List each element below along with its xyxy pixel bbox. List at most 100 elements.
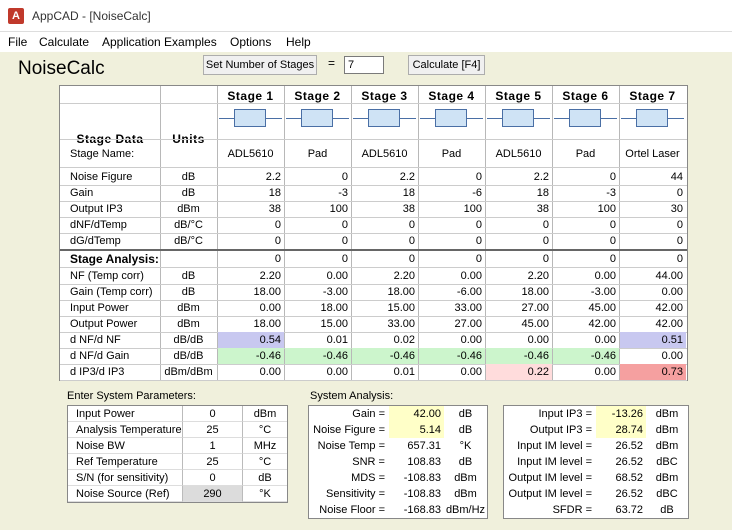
- menu-application-examples[interactable]: Application Examples: [102, 35, 217, 49]
- param-value-field[interactable]: 0: [485, 217, 552, 233]
- param-value-field[interactable]: -3: [552, 185, 619, 201]
- param-value-field[interactable]: 38: [351, 201, 418, 217]
- param-value-field[interactable]: 38: [217, 201, 284, 217]
- stage-name-field[interactable]: ADL5610: [485, 146, 552, 162]
- analysis-result-value: 657.31: [407, 440, 441, 452]
- param-value-field[interactable]: 0: [284, 217, 351, 233]
- analysis-value: -0.46: [419, 348, 485, 364]
- system-param-value-field[interactable]: 0: [183, 470, 243, 486]
- analysis-result-label: Noise Floor =: [319, 504, 385, 516]
- param-value-field[interactable]: 44: [619, 169, 686, 185]
- menu-options[interactable]: Options: [230, 35, 271, 49]
- stage-header: Stage 2: [294, 89, 341, 103]
- param-value-field[interactable]: 18: [351, 185, 418, 201]
- analysis-unit: dB: [181, 286, 196, 298]
- stage-header: Stage 7: [629, 89, 676, 103]
- param-unit: dB: [181, 171, 196, 183]
- param-value-field[interactable]: 100: [552, 201, 619, 217]
- param-value-field[interactable]: 30: [619, 201, 686, 217]
- amplifier-block-icon[interactable]: [435, 109, 467, 127]
- amplifier-block-icon[interactable]: [368, 109, 400, 127]
- param-value-field[interactable]: 0: [418, 169, 485, 185]
- param-value-field[interactable]: 0: [552, 169, 619, 185]
- analysis-result-label: Noise Figure =: [313, 424, 385, 436]
- equals-label: =: [328, 56, 336, 70]
- param-value-field[interactable]: 0: [619, 233, 686, 249]
- analysis-value: -0.46: [553, 348, 619, 364]
- amplifier-block-icon[interactable]: [234, 109, 266, 127]
- param-value-field[interactable]: -3: [284, 185, 351, 201]
- analysis-unit: dBm: [177, 302, 200, 314]
- analysis-value: 18.00: [253, 286, 281, 298]
- system-param-value-field[interactable]: 0: [183, 406, 243, 422]
- amplifier-block-icon[interactable]: [636, 109, 668, 127]
- analysis-result-label: Gain =: [352, 408, 385, 420]
- header-bottom-divider: [60, 139, 687, 140]
- system-params-panel: Input Power 0 dBm Analysis Temperature 25 °C N…: [67, 405, 288, 503]
- stage-name-field[interactable]: Pad: [552, 146, 619, 162]
- page-title: NoiseCalc: [18, 58, 105, 79]
- param-value-field[interactable]: 0: [485, 233, 552, 249]
- param-value-field[interactable]: 0: [351, 233, 418, 249]
- amplifier-block-icon[interactable]: [502, 109, 534, 127]
- param-value-field[interactable]: 0: [619, 217, 686, 233]
- header-divider: [60, 103, 687, 104]
- param-value-field[interactable]: 18: [217, 185, 284, 201]
- system-param-value-field[interactable]: 25: [183, 454, 243, 470]
- analysis-value: -0.46: [486, 348, 552, 364]
- stage-header: Stage 3: [361, 89, 408, 103]
- param-value-field[interactable]: 0: [217, 233, 284, 249]
- param-unit: dB/°C: [174, 219, 203, 231]
- param-label: Noise Figure: [70, 171, 133, 183]
- system-param-unit: dBm: [243, 406, 287, 422]
- system-param-value-field[interactable]: 1: [183, 438, 243, 454]
- param-unit: dB: [181, 187, 196, 199]
- amplifier-block-icon[interactable]: [569, 109, 601, 127]
- stage-name-field[interactable]: Pad: [418, 146, 485, 162]
- analysis-result-unit: dBm: [655, 472, 679, 484]
- menu-help[interactable]: Help: [286, 35, 311, 49]
- param-value-field[interactable]: 38: [485, 201, 552, 217]
- analysis-result-value: 68.52: [615, 472, 643, 484]
- stage-name-field[interactable]: ADL5610: [217, 146, 284, 162]
- param-value-field[interactable]: 0: [284, 233, 351, 249]
- analysis-label: Input Power: [70, 302, 129, 314]
- stage-name-field[interactable]: Ortel Laser: [619, 146, 686, 162]
- stages-input[interactable]: 7: [344, 56, 384, 74]
- param-value-field[interactable]: 0: [552, 217, 619, 233]
- param-value-field[interactable]: 0: [351, 217, 418, 233]
- analysis-result-value: -108.83: [403, 488, 441, 500]
- analysis-value: 44.00: [655, 270, 683, 282]
- param-value-field[interactable]: 100: [418, 201, 485, 217]
- analysis-unit: dB/dB: [173, 350, 204, 362]
- param-value-field[interactable]: 0: [418, 217, 485, 233]
- param-value-field[interactable]: 18: [485, 185, 552, 201]
- set-number-of-stages-button[interactable]: Set Number of Stages: [203, 55, 317, 75]
- analysis-value: -3.00: [322, 286, 348, 298]
- param-value-field[interactable]: 100: [284, 201, 351, 217]
- param-value-field[interactable]: 0: [217, 217, 284, 233]
- param-unit: dBm: [177, 203, 200, 215]
- analysis-zero-value: 0: [676, 253, 683, 265]
- system-param-value-field[interactable]: 290: [183, 486, 243, 502]
- stage-name-field[interactable]: ADL5610: [351, 146, 418, 162]
- stage-header: Stage 4: [428, 89, 475, 103]
- param-value-field[interactable]: 0: [418, 233, 485, 249]
- param-value-field[interactable]: 2.2: [217, 169, 284, 185]
- analysis-value: 0.00: [326, 270, 348, 282]
- param-value-field[interactable]: 2.2: [485, 169, 552, 185]
- analysis-result-unit: dBm: [454, 472, 477, 484]
- analysis-value: 0.00: [594, 334, 616, 346]
- analysis-value: 0.00: [594, 270, 616, 282]
- menu-calculate[interactable]: Calculate: [39, 35, 89, 49]
- param-value-field[interactable]: 0: [619, 185, 686, 201]
- stage-name-field[interactable]: Pad: [284, 146, 351, 162]
- amplifier-block-icon[interactable]: [301, 109, 333, 127]
- system-param-value-field[interactable]: 25: [183, 422, 243, 438]
- param-value-field[interactable]: -6: [418, 185, 485, 201]
- calculate-button[interactable]: Calculate [F4]: [408, 55, 485, 75]
- param-value-field[interactable]: 0: [552, 233, 619, 249]
- param-value-field[interactable]: 0: [284, 169, 351, 185]
- menu-file[interactable]: File: [8, 35, 27, 49]
- param-value-field[interactable]: 2.2: [351, 169, 418, 185]
